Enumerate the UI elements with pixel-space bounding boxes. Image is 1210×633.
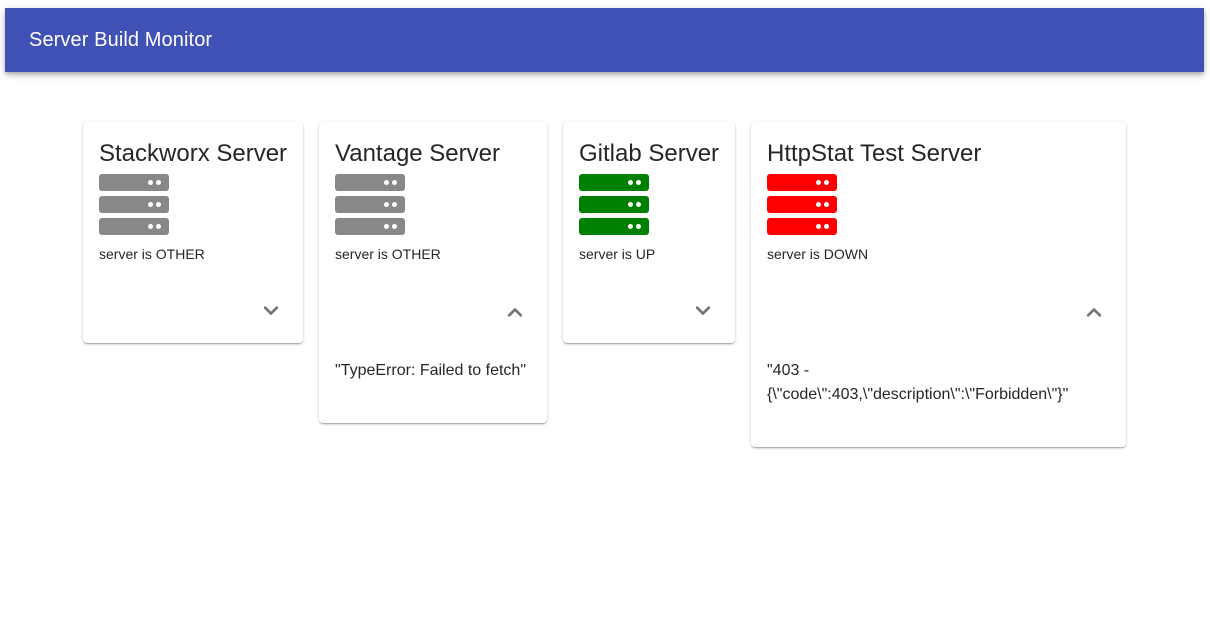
server-name: Vantage Server: [335, 140, 500, 167]
server-status: server is DOWN: [767, 246, 869, 262]
expand-button[interactable]: [691, 299, 715, 323]
server-icon: [579, 174, 649, 236]
chevron-up-icon: [1086, 308, 1102, 317]
chevron-down-icon: [695, 306, 711, 315]
error-detail: "403 - {\"code\":403,\"description\":\"F…: [767, 359, 1068, 407]
server-icon: [99, 174, 169, 236]
server-name: HttpStat Test Server: [767, 140, 982, 167]
server-icon: [335, 174, 405, 236]
app-bar: Server Build Monitor: [5, 8, 1204, 72]
error-detail: "TypeError: Failed to fetch": [335, 362, 526, 379]
collapse-button[interactable]: [1082, 300, 1106, 324]
server-card-stackworx: Stackworx Server server is OTHER: [83, 122, 303, 343]
server-status: server is OTHER: [335, 246, 441, 262]
error-detail-line: {\"code\":403,\"description\":\"Forbidde…: [767, 386, 1069, 403]
app-title: Server Build Monitor: [29, 28, 213, 51]
server-icon: [767, 174, 837, 236]
server-name: Gitlab Server: [579, 140, 720, 167]
chevron-down-icon: [263, 306, 279, 315]
server-card-vantage: Vantage Server server is OTHER "TypeErro…: [319, 122, 547, 423]
collapse-button[interactable]: [503, 300, 527, 324]
expand-button[interactable]: [259, 299, 283, 323]
error-detail-line: "403 -: [767, 362, 810, 379]
server-status: server is OTHER: [99, 246, 205, 262]
server-name: Stackworx Server: [99, 140, 288, 167]
server-card-httpstat: HttpStat Test Server server is DOWN "403…: [751, 122, 1126, 447]
server-status: server is UP: [579, 246, 656, 262]
server-card-gitlab: Gitlab Server server is UP: [563, 122, 735, 343]
chevron-up-icon: [507, 308, 523, 317]
